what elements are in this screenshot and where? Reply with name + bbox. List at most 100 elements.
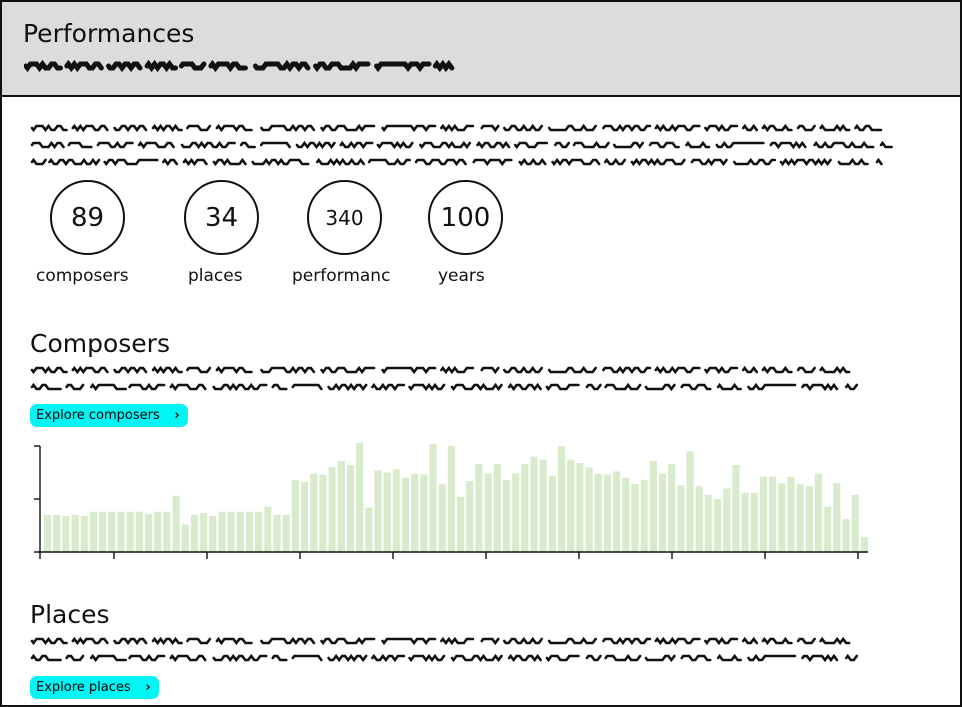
chart-bar xyxy=(622,477,630,552)
chart-bar xyxy=(594,473,602,552)
composers-heading: Composers xyxy=(30,329,170,358)
chart-bar xyxy=(686,451,694,552)
chart-bar xyxy=(53,514,61,552)
chart-bar xyxy=(108,511,116,552)
chart-bar xyxy=(273,514,281,552)
chart-bar xyxy=(741,492,749,552)
chart-bar xyxy=(126,511,134,552)
chart-bar xyxy=(521,464,529,552)
composers-text-scribble xyxy=(30,365,859,392)
chart-bar xyxy=(530,456,538,552)
chart-bar xyxy=(658,473,667,552)
chart-bar xyxy=(842,519,850,552)
chart-bar xyxy=(493,464,501,552)
chart-bar xyxy=(282,514,290,552)
chart-bar xyxy=(484,473,492,552)
chart-bar xyxy=(723,488,731,552)
chart-bar xyxy=(236,511,244,552)
chart-bar xyxy=(631,484,639,552)
chart-bar xyxy=(649,460,657,552)
chart-bar xyxy=(163,511,171,552)
chart-bar xyxy=(438,484,446,552)
chart-bar xyxy=(576,462,584,552)
chart-bar xyxy=(429,443,437,552)
chart-bar xyxy=(411,473,419,552)
chart-bar xyxy=(851,494,859,552)
chart-bar xyxy=(337,460,345,552)
app-window: Performances 89 composers 34 places 340 … xyxy=(0,0,962,707)
chart-bar xyxy=(457,496,465,552)
chart-bar xyxy=(447,446,455,552)
explore-composers-label: Explore composers xyxy=(36,408,160,423)
stat-circle: 340 xyxy=(307,180,382,255)
chart-bar xyxy=(245,511,254,552)
explore-composers-button[interactable]: Explore composers › xyxy=(30,404,188,427)
composers-bar-chart xyxy=(34,442,868,559)
chevron-right-icon: › xyxy=(145,680,151,695)
chart-bar xyxy=(227,511,235,552)
intro-text-scribble xyxy=(30,123,893,167)
chart-bar xyxy=(567,459,575,552)
chart-bar xyxy=(677,485,685,552)
chart-bar xyxy=(319,474,327,552)
chart-bar xyxy=(475,464,483,552)
chart-bar xyxy=(154,511,162,552)
chart-bar xyxy=(181,524,189,552)
chart-bar xyxy=(264,506,272,552)
stat-label: performanc xyxy=(292,266,391,286)
chart-bar xyxy=(383,472,391,552)
chart-bar xyxy=(328,467,336,552)
places-text-scribble xyxy=(30,636,859,663)
chart-bar xyxy=(89,511,98,552)
chart-bar xyxy=(172,495,180,552)
chart-bar xyxy=(44,514,52,552)
chart-bar xyxy=(218,511,226,552)
places-heading: Places xyxy=(30,600,110,629)
chart-bar xyxy=(796,484,804,552)
chart-bar xyxy=(833,483,841,552)
header-subtitle-scribble xyxy=(24,60,455,73)
chart-bar xyxy=(824,506,832,552)
chart-bar xyxy=(539,459,547,552)
chart-bar xyxy=(401,477,410,552)
chart-bar xyxy=(814,473,823,552)
stat-label: places xyxy=(188,266,243,286)
chart-bar xyxy=(557,446,566,552)
chart-bar xyxy=(466,480,474,552)
chart-bar xyxy=(585,467,593,552)
chart-bar xyxy=(704,494,712,552)
chart-bar xyxy=(190,514,199,552)
chart-bar xyxy=(374,470,382,552)
chevron-right-icon: › xyxy=(174,408,180,423)
chart-bar xyxy=(255,511,263,552)
chart-bar xyxy=(759,476,768,552)
explore-places-label: Explore places xyxy=(36,680,131,695)
chart-bar xyxy=(732,465,740,552)
chart-bar xyxy=(695,486,703,552)
chart-bar xyxy=(512,473,520,552)
chart-bar xyxy=(392,469,400,552)
chart-bar xyxy=(420,474,428,552)
chart-bar xyxy=(62,515,70,552)
chart-bar xyxy=(144,513,153,552)
chart-bar xyxy=(668,464,676,552)
chart-bar xyxy=(548,475,556,552)
stat-circle: 34 xyxy=(184,180,259,255)
stat-label: years xyxy=(438,266,485,286)
explore-places-button[interactable]: Explore places › xyxy=(30,676,159,699)
chart-bar xyxy=(787,476,795,552)
chart-bar xyxy=(860,537,868,552)
chart-bar xyxy=(805,486,813,552)
chart-bar xyxy=(310,473,318,552)
chart-bar xyxy=(603,474,612,552)
chart-bar xyxy=(778,483,786,552)
chart-bar xyxy=(502,479,511,552)
chart-bar xyxy=(135,511,143,552)
chart-bar xyxy=(209,515,217,552)
chart-bar xyxy=(750,492,758,552)
chart-bar xyxy=(365,507,373,552)
chart-bar xyxy=(640,479,648,552)
stat-label: composers xyxy=(36,266,129,286)
chart-bar xyxy=(769,476,777,552)
chart-bar xyxy=(200,512,208,552)
